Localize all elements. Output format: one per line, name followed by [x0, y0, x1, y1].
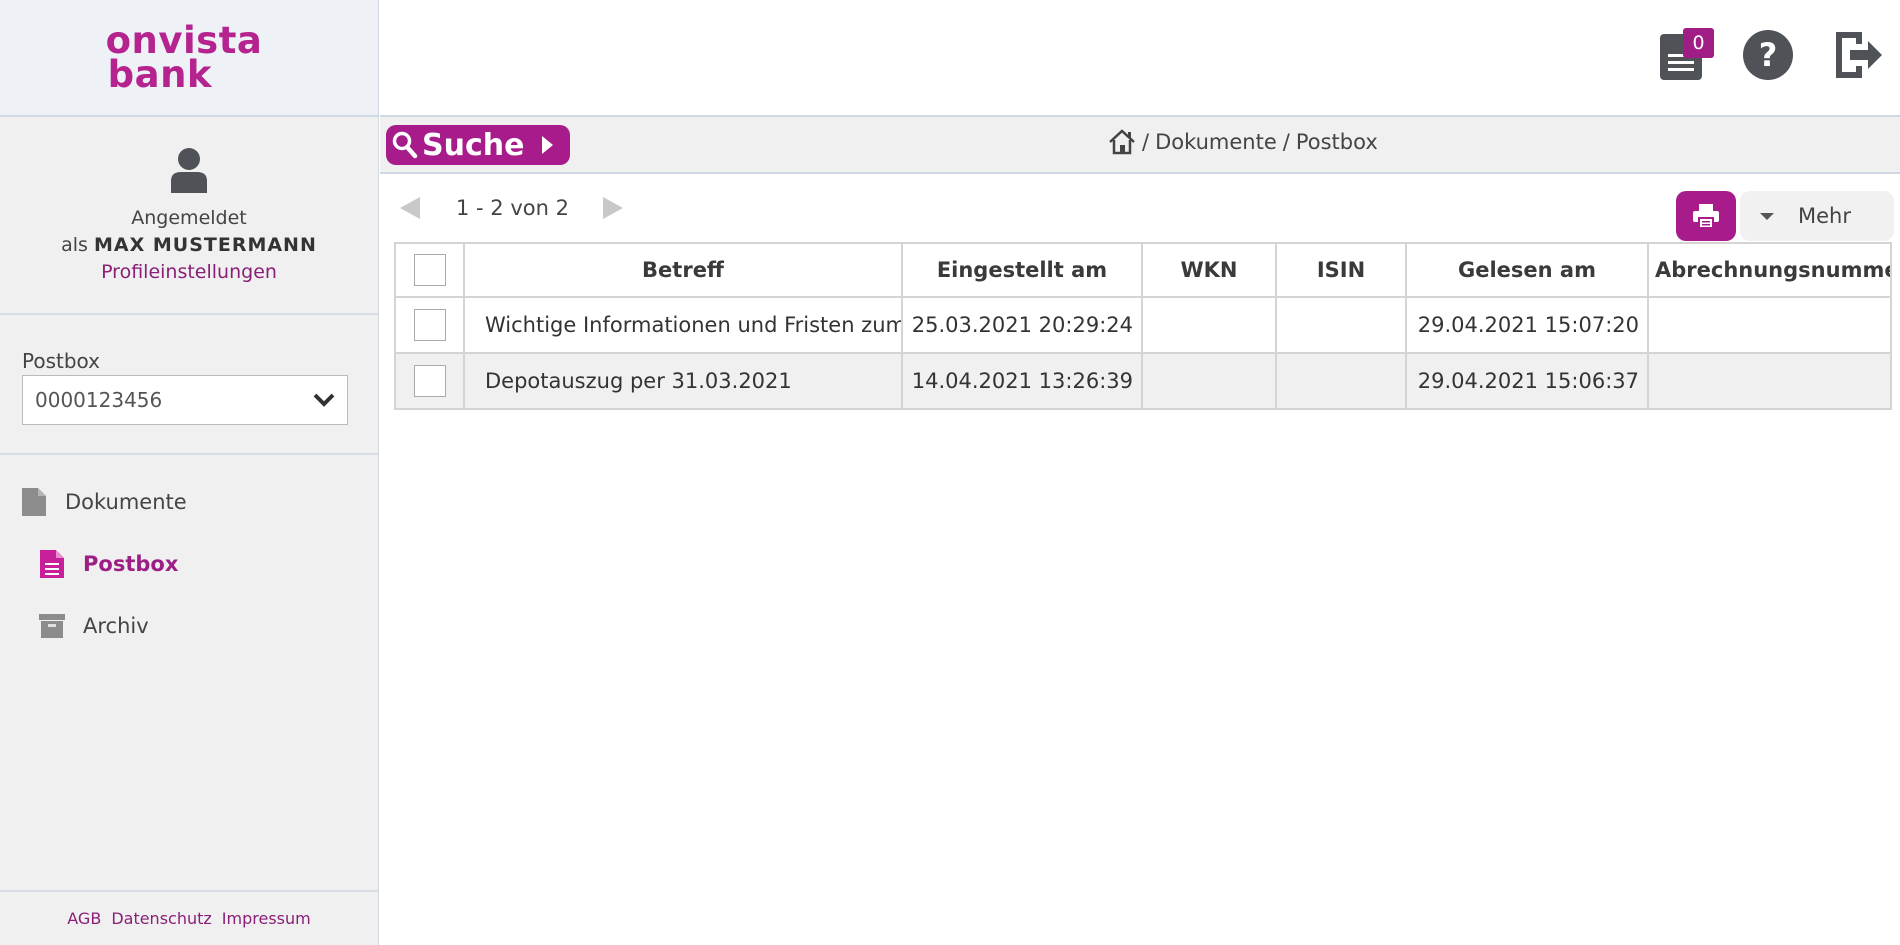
- header-icons: 0 ?: [1658, 28, 1884, 82]
- more-button[interactable]: Mehr: [1740, 191, 1894, 241]
- cell-number: [1647, 352, 1892, 410]
- toolbar: Suche / Dokumente / Postbox: [380, 117, 1900, 174]
- sidebar-footer: AGB Datenschutz Impressum: [0, 890, 378, 945]
- printer-icon: [1693, 204, 1719, 229]
- nav-item-label: Postbox: [83, 552, 179, 576]
- column-header-abrechnungsnummer[interactable]: Abrechnungsnummer: [1647, 242, 1892, 298]
- svg-text:?: ?: [1759, 36, 1778, 74]
- user-name: MAX MUSTERMANN: [93, 234, 317, 256]
- document-icon: [19, 485, 49, 519]
- row-select-cell: [394, 296, 465, 354]
- breadcrumb-separator: /: [1142, 130, 1150, 154]
- as-label: als: [61, 234, 88, 256]
- select-all-checkbox[interactable]: [413, 254, 446, 286]
- search-label: Suche: [422, 127, 525, 163]
- table-header-row: Betreff Eingestellt am WKN ISIN Gelesen …: [394, 242, 1892, 298]
- breadcrumb-separator: /: [1282, 130, 1290, 154]
- next-page-icon[interactable]: [602, 197, 623, 219]
- page-range-text: 1 - 2 von 2: [456, 196, 569, 220]
- cell-wkn: [1141, 296, 1277, 354]
- pagination: 1 - 2 von 2: [400, 196, 623, 220]
- user-area: Angemeldet als MAX MUSTERMANN Profileins…: [0, 117, 378, 315]
- column-header-betreff[interactable]: Betreff: [463, 242, 903, 298]
- home-icon[interactable]: [1108, 129, 1136, 155]
- search-icon: [392, 131, 418, 159]
- cell-isin: [1275, 296, 1407, 354]
- cell-subject[interactable]: Wichtige Informationen und Fristen zum J…: [463, 296, 903, 354]
- agb-link[interactable]: AGB: [67, 909, 101, 928]
- column-header-isin[interactable]: ISIN: [1275, 242, 1407, 298]
- play-right-icon: [542, 136, 554, 154]
- logo-area: onvista bank: [0, 0, 378, 117]
- search-button[interactable]: Suche: [386, 125, 570, 165]
- breadcrumb: / Dokumente / Postbox: [1108, 129, 1378, 155]
- nav-item-dokumente[interactable]: Dokumente: [0, 471, 378, 533]
- sidebar: onvista bank Angemeldet als MAX MUSTERMA…: [0, 0, 379, 945]
- table-actions: Mehr: [1676, 191, 1894, 241]
- chevron-down-icon: [313, 393, 335, 407]
- imprint-link[interactable]: Impressum: [222, 909, 311, 928]
- table-row[interactable]: Wichtige Informationen und Fristen zum J…: [394, 296, 1892, 354]
- nav-item-archiv[interactable]: Archiv: [0, 595, 378, 657]
- more-label: Mehr: [1798, 204, 1851, 228]
- user-name-line: als MAX MUSTERMANN: [0, 232, 378, 259]
- row-checkbox[interactable]: [413, 309, 446, 341]
- previous-page-icon[interactable]: [400, 197, 420, 219]
- cell-isin: [1275, 352, 1407, 410]
- archive-box-icon: [37, 609, 67, 643]
- row-checkbox[interactable]: [413, 365, 446, 397]
- user-icon: [171, 148, 207, 193]
- caret-down-icon: [1760, 212, 1774, 220]
- messages-button[interactable]: 0: [1658, 28, 1714, 82]
- cell-posted: 14.04.2021 13:26:39: [901, 352, 1143, 410]
- document-lines-icon: [37, 547, 67, 581]
- nav-item-label: Dokumente: [65, 490, 187, 514]
- column-header-wkn[interactable]: WKN: [1141, 242, 1277, 298]
- nav-item-label: Archiv: [83, 614, 149, 638]
- logo-line-2: bank: [107, 52, 213, 96]
- breadcrumb-postbox: Postbox: [1295, 130, 1378, 154]
- postbox-selector-area: Postbox 0000123456: [0, 315, 378, 455]
- postbox-select[interactable]: 0000123456: [22, 375, 348, 425]
- logout-icon[interactable]: [1832, 30, 1884, 80]
- documents-table: Betreff Eingestellt am WKN ISIN Gelesen …: [394, 242, 1892, 410]
- onvista-bank-logo[interactable]: onvista bank: [106, 22, 263, 96]
- row-select-cell: [394, 352, 465, 410]
- logged-in-label: Angemeldet: [131, 207, 247, 229]
- breadcrumb-dokumente[interactable]: Dokumente: [1155, 130, 1277, 154]
- top-header: 0 ?: [380, 0, 1900, 117]
- profile-settings-link[interactable]: Profileinstellungen: [101, 259, 277, 285]
- print-button[interactable]: [1676, 191, 1736, 241]
- cell-wkn: [1141, 352, 1277, 410]
- postbox-label: Postbox: [22, 349, 100, 373]
- messages-count-badge: 0: [1683, 28, 1714, 58]
- select-all-cell: [394, 242, 465, 298]
- cell-subject[interactable]: Depotauszug per 31.03.2021: [463, 352, 903, 410]
- cell-read: 29.04.2021 15:06:37: [1405, 352, 1649, 410]
- column-header-eingestellt[interactable]: Eingestellt am: [901, 242, 1143, 298]
- table-row[interactable]: Depotauszug per 31.03.2021 14.04.2021 13…: [394, 352, 1892, 410]
- cell-number: [1647, 296, 1892, 354]
- privacy-link[interactable]: Datenschutz: [111, 909, 211, 928]
- column-header-gelesen[interactable]: Gelesen am: [1405, 242, 1649, 298]
- help-icon[interactable]: ?: [1742, 29, 1794, 81]
- sidebar-nav: Dokumente Postbox Archiv: [0, 455, 378, 657]
- cell-posted: 25.03.2021 20:29:24: [901, 296, 1143, 354]
- cell-read: 29.04.2021 15:07:20: [1405, 296, 1649, 354]
- postbox-selected-value: 0000123456: [35, 388, 163, 412]
- nav-item-postbox[interactable]: Postbox: [0, 533, 378, 595]
